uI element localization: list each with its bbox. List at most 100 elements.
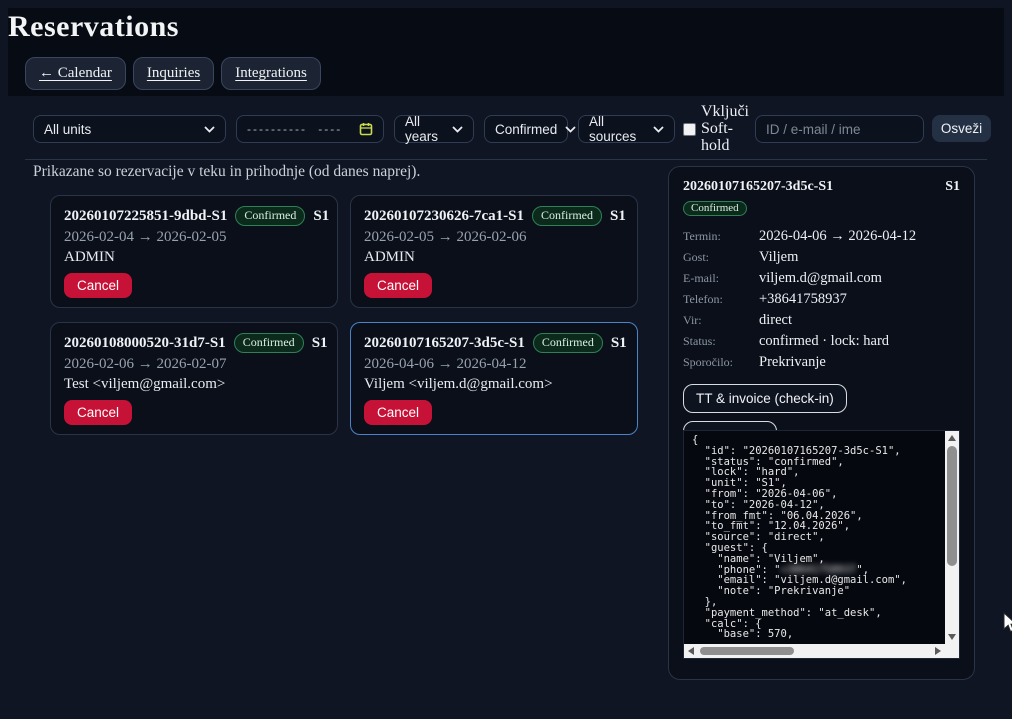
guest-name: Viljem <viljem.d@gmail.com> <box>364 376 624 393</box>
detail-row-telefon: Telefon: +38641758937 <box>683 289 960 310</box>
reservation-detail-panel: 20260107165207-3d5c-S1 S1 Confirmed Term… <box>668 166 975 680</box>
status-badge: Confirmed <box>533 333 603 353</box>
guest-name: Test <viljem@gmail.com> <box>64 376 324 393</box>
cancel-button[interactable]: Cancel <box>64 400 132 425</box>
detail-label: Vir: <box>683 313 759 328</box>
tab-inquiries[interactable]: Inquiries <box>133 57 214 90</box>
unit-select-value: All units <box>44 122 91 137</box>
detail-value: direct <box>759 312 792 329</box>
horizontal-scroll-thumb[interactable] <box>700 647 794 655</box>
detail-row-gost: Gost: Viljem <box>683 247 960 268</box>
date-range: 2026-04-06 → 2026-04-12 <box>364 356 624 373</box>
detail-value: +38641758937 <box>759 291 847 308</box>
status-select-value: Confirmed <box>495 122 557 137</box>
cancel-button[interactable]: Cancel <box>364 273 432 298</box>
detail-rows: Termin: 2026-04-06 → 2026-04-12 Gost: Vi… <box>683 226 960 373</box>
unit-label: S1 <box>610 208 626 225</box>
reservation-card[interactable]: 20260107230626-7ca1-S1 Confirmed S1 2026… <box>350 195 638 308</box>
tab-calendar-label: ← Calendar <box>39 65 112 81</box>
source-select-value: All sources <box>589 114 645 144</box>
year-select-value: All years <box>405 114 444 144</box>
info-line: Prikazane so rezervacije v teku in priho… <box>33 163 420 181</box>
detail-value: Viljem <box>759 249 798 266</box>
scroll-up-icon[interactable] <box>948 435 956 441</box>
detail-row-sporocilo: Sporočilo: Prekrivanje <box>683 352 960 373</box>
detail-header: 20260107165207-3d5c-S1 S1 <box>683 179 960 195</box>
header: Reservations ← Calendar Inquiries Integr… <box>8 8 1004 96</box>
detail-label: Gost: <box>683 250 759 265</box>
detail-value: viljem.d@gmail.com <box>759 270 882 287</box>
calendar-icon[interactable] <box>359 122 373 136</box>
detail-label: Termin: <box>683 229 759 244</box>
detail-row-status: Status: confirmed · lock: hard <box>683 331 960 352</box>
card-header: 20260108000520-31d7-S1 Confirmed S1 <box>64 333 324 353</box>
reservation-card[interactable]: 20260107225851-9dbd-S1 Confirmed S1 2026… <box>50 195 338 308</box>
detail-label: Sporočilo: <box>683 355 759 370</box>
card-header: 20260107225851-9dbd-S1 Confirmed S1 <box>64 206 324 226</box>
chevron-down-icon <box>565 126 576 133</box>
cancel-button[interactable]: Cancel <box>364 400 432 425</box>
divider <box>25 159 987 160</box>
card-header: 20260107165207-3d5c-S1 Confirmed S1 <box>364 333 624 353</box>
horizontal-scrollbar[interactable] <box>684 644 945 658</box>
unit-label: S1 <box>611 335 627 352</box>
detail-label: Status: <box>683 334 759 349</box>
date-input[interactable]: ---------- ---- <box>236 115 384 143</box>
detail-value: confirmed · lock: hard <box>759 333 889 350</box>
json-viewer[interactable]: { "id": "20260107165207-3d5c-S1", "statu… <box>683 430 960 659</box>
detail-row-termin: Termin: 2026-04-06 → 2026-04-12 <box>683 226 960 247</box>
scroll-down-icon[interactable] <box>948 634 956 640</box>
status-select[interactable]: Confirmed <box>484 115 568 143</box>
scroll-right-icon[interactable] <box>935 647 941 655</box>
detail-status-badge: Confirmed <box>683 201 747 216</box>
status-badge: Confirmed <box>234 333 304 353</box>
status-badge: Confirmed <box>235 206 305 226</box>
json-content: { "id": "20260107165207-3d5c-S1", "statu… <box>684 431 945 644</box>
tab-integrations[interactable]: Integrations <box>221 57 321 90</box>
year-select[interactable]: All years <box>394 115 474 143</box>
reservations-app: Reservations ← Calendar Inquiries Integr… <box>0 0 1012 719</box>
detail-label: Telefon: <box>683 292 759 307</box>
reservation-id: 20260107230626-7ca1-S1 <box>364 208 524 225</box>
reservation-id: 20260107225851-9dbd-S1 <box>64 208 227 225</box>
vertical-scroll-thumb[interactable] <box>947 446 957 566</box>
guest-name: ADMIN <box>64 249 324 266</box>
unit-label: S1 <box>313 208 329 225</box>
detail-label: E-mail: <box>683 271 759 286</box>
mouse-cursor <box>1003 612 1012 639</box>
date-range: 2026-02-04 → 2026-02-05 <box>64 229 324 246</box>
reservation-id: 20260108000520-31d7-S1 <box>64 335 226 352</box>
invoice-button[interactable]: TT & invoice (check-in) <box>683 384 847 413</box>
cancel-button[interactable]: Cancel <box>64 273 132 298</box>
reservation-id: 20260107165207-3d5c-S1 <box>364 335 525 352</box>
scroll-left-icon[interactable] <box>688 647 694 655</box>
vertical-scrollbar[interactable] <box>945 431 959 644</box>
tab-calendar[interactable]: ← Calendar <box>25 57 126 90</box>
json-text-before: { "id": "20260107165207-3d5c-S1", "statu… <box>692 434 901 576</box>
detail-unit-label: S1 <box>945 179 960 195</box>
unit-select[interactable]: All units <box>33 115 226 143</box>
status-badge: Confirmed <box>532 206 602 226</box>
guest-name: ADMIN <box>364 249 624 266</box>
detail-value: Prekrivanje <box>759 354 826 371</box>
search-input[interactable] <box>755 115 924 143</box>
chevron-down-icon <box>452 126 463 133</box>
source-select[interactable]: All sources <box>578 115 675 143</box>
detail-row-email: E-mail: viljem.d@gmail.com <box>683 268 960 289</box>
chevron-down-icon <box>204 126 215 133</box>
reservation-card-selected[interactable]: 20260107165207-3d5c-S1 Confirmed S1 2026… <box>350 322 638 435</box>
json-redacted-phone: +38641758937 <box>781 564 857 576</box>
tab-bar: ← Calendar Inquiries Integrations <box>25 57 321 90</box>
softhold-checkbox[interactable] <box>683 123 696 136</box>
tab-integrations-label: Integrations <box>235 65 307 81</box>
reservation-card[interactable]: 20260108000520-31d7-S1 Confirmed S1 2026… <box>50 322 338 435</box>
date-placeholder: ---------- ---- <box>247 122 342 136</box>
date-range: 2026-02-05 → 2026-02-06 <box>364 229 624 246</box>
refresh-button[interactable]: Osveži <box>932 115 991 142</box>
chevron-down-icon <box>653 126 664 133</box>
detail-value: 2026-04-06 → 2026-04-12 <box>759 228 916 245</box>
tab-inquiries-label: Inquiries <box>147 65 200 81</box>
detail-reservation-id: 20260107165207-3d5c-S1 <box>683 179 833 195</box>
card-header: 20260107230626-7ca1-S1 Confirmed S1 <box>364 206 624 226</box>
date-range: 2026-02-06 → 2026-02-07 <box>64 356 324 373</box>
